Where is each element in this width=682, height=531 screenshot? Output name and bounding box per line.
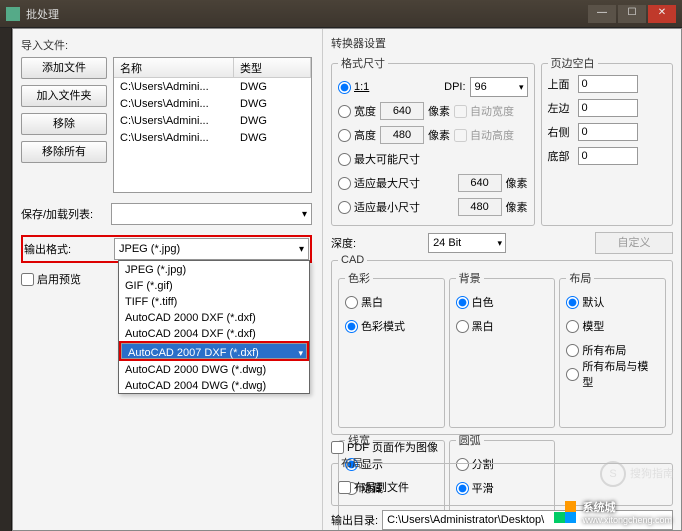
max-possible-radio[interactable]: 最大可能尺寸	[338, 151, 420, 167]
remove-button[interactable]: 移除	[21, 113, 107, 135]
window-title: 批处理	[26, 6, 59, 22]
enable-preview-checkbox[interactable]: 启用预览	[21, 271, 81, 287]
margin-bottom-input[interactable]	[578, 147, 638, 165]
batch-dialog: 导入文件: 添加文件 加入文件夹 移除 移除所有 名称 类型 C:\Users\…	[12, 28, 682, 531]
format-option[interactable]: TIFF (*.tiff)	[119, 293, 309, 309]
bg-white-radio[interactable]: 白色	[456, 294, 494, 310]
format-option[interactable]: AutoCAD 2000 DWG (*.dwg)	[119, 361, 309, 377]
format-option[interactable]: AutoCAD 2000 DXF (*.dxf)	[119, 309, 309, 325]
save-load-list-label: 保存/加载列表:	[21, 206, 111, 222]
layout-to-file-checkbox[interactable]: 布局到文件	[338, 479, 409, 495]
converter-settings-label: 转换器设置	[331, 35, 673, 51]
fit-max-input[interactable]: 640	[458, 174, 502, 192]
layout-output-group: 布局 布局到文件	[331, 455, 673, 506]
height-radio[interactable]: 高度	[338, 127, 376, 143]
list-item[interactable]: C:\Users\Admini...DWG	[114, 112, 311, 129]
fit-min-radio[interactable]: 适应最小尺寸	[338, 199, 420, 215]
bg-black-radio[interactable]: 黑白	[456, 318, 494, 334]
margin-left-input[interactable]	[578, 99, 638, 117]
dpi-label: DPI:	[444, 81, 465, 93]
fit-min-input[interactable]: 480	[458, 198, 502, 216]
format-option[interactable]: JPEG (*.jpg)	[119, 261, 309, 277]
output-format-dropdown-list[interactable]: JPEG (*.jpg) GIF (*.gif) TIFF (*.tiff) A…	[118, 260, 310, 394]
margin-right-input[interactable]	[578, 123, 638, 141]
window-titlebar: 批处理 — ☐ ✕	[0, 0, 682, 28]
output-dir-input[interactable]: C:\Users\Administrator\Desktop\	[382, 510, 673, 530]
cad-background-group: 背景 白色 黑白	[449, 270, 556, 428]
cad-colors-group: 色彩 黑白 色彩模式	[338, 270, 445, 428]
auto-height-checkbox[interactable]: 自动高度	[454, 127, 514, 143]
cad-group: CAD 色彩 黑白 色彩模式 线宽 显示 隐藏 背景	[331, 254, 673, 435]
margin-top-input[interactable]	[578, 75, 638, 93]
list-item[interactable]: C:\Users\Admini...DWG	[114, 129, 311, 146]
bw-radio[interactable]: 黑白	[345, 294, 383, 310]
depth-label: 深度:	[331, 235, 356, 251]
pdf-as-image-checkbox[interactable]: PDF 页面作为图像	[331, 439, 438, 455]
format-option[interactable]: AutoCAD 2004 DWG (*.dwg)	[119, 377, 309, 393]
output-format-label: 输出格式:	[24, 241, 114, 257]
layout-model-radio[interactable]: 模型	[566, 318, 604, 334]
list-item[interactable]: C:\Users\Admini...DWG	[114, 78, 311, 95]
cad-layout-group: 布局 默认 模型 所有布局 所有布局与模型	[559, 270, 666, 428]
output-dir-label: 输出目录:	[331, 512, 378, 528]
list-item[interactable]: C:\Users\Admini...DWG	[114, 95, 311, 112]
parent-app-strip	[0, 28, 12, 531]
format-option[interactable]: GIF (*.gif)	[119, 277, 309, 293]
auto-width-checkbox[interactable]: 自动宽度	[454, 103, 514, 119]
height-input[interactable]: 480	[380, 126, 424, 144]
custom-button[interactable]: 自定义	[595, 232, 673, 254]
layout-all-model-radio[interactable]: 所有布局与模型	[566, 358, 659, 390]
format-size-group: 格式尺寸 1:1 DPI: 96 宽度 640 像素 自动宽度 高度 48	[331, 55, 535, 226]
file-list[interactable]: 名称 类型 C:\Users\Admini...DWG C:\Users\Adm…	[113, 57, 312, 193]
width-input[interactable]: 640	[380, 102, 424, 120]
maximize-button[interactable]: ☐	[618, 5, 646, 23]
format-option[interactable]: AutoCAD 2004 DXF (*.dxf)	[119, 325, 309, 341]
col-name[interactable]: 名称	[114, 58, 234, 77]
right-panel: 转换器设置 格式尺寸 1:1 DPI: 96 宽度 640 像素 自动宽度	[323, 29, 681, 530]
add-folder-button[interactable]: 加入文件夹	[21, 85, 107, 107]
layout-all-radio[interactable]: 所有布局	[566, 342, 626, 358]
ratio-11-radio[interactable]: 1:1	[338, 81, 369, 94]
minimize-button[interactable]: —	[588, 5, 616, 23]
save-load-list-dropdown[interactable]	[111, 203, 312, 225]
col-type[interactable]: 类型	[234, 58, 311, 77]
fit-max-radio[interactable]: 适应最大尺寸	[338, 175, 420, 191]
app-icon	[6, 7, 20, 21]
import-files-label: 导入文件:	[21, 37, 312, 53]
close-button[interactable]: ✕	[648, 5, 676, 23]
remove-all-button[interactable]: 移除所有	[21, 141, 107, 163]
depth-select[interactable]: 24 Bit	[428, 233, 506, 253]
page-margins-group: 页边空白 上面 左边 右侧 底部	[541, 55, 673, 226]
output-format-dropdown[interactable]: JPEG (*.jpg)	[114, 238, 309, 260]
format-option-selected[interactable]: AutoCAD 2007 DXF (*.dxf)	[121, 343, 307, 359]
layout-default-radio[interactable]: 默认	[566, 294, 604, 310]
add-files-button[interactable]: 添加文件	[21, 57, 107, 79]
dpi-select[interactable]: 96	[470, 77, 528, 97]
color-mode-radio[interactable]: 色彩模式	[345, 318, 405, 334]
width-radio[interactable]: 宽度	[338, 103, 376, 119]
